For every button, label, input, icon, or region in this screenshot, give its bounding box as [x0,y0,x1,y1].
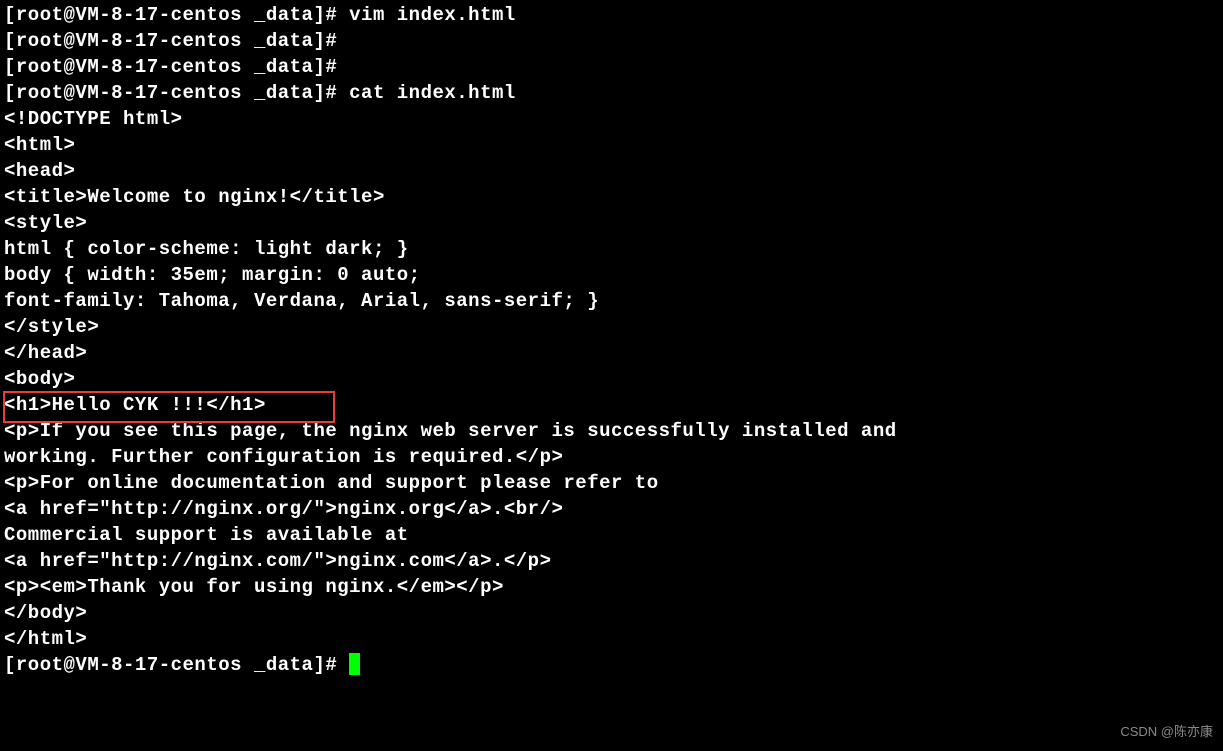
command-text: vim index.html [349,4,516,26]
file-line: body { width: 35em; margin: 0 auto; [4,262,1219,288]
file-line: </body> [4,600,1219,626]
file-line: working. Further configuration is requir… [4,444,1219,470]
shell-prompt: [root@VM-8-17-centos _data]# [4,56,349,78]
prompt-line: [root@VM-8-17-centos _data]# [4,28,1219,54]
terminal-output[interactable]: [root@VM-8-17-centos _data]# vim index.h… [4,2,1219,678]
file-line: <p>For online documentation and support … [4,470,1219,496]
prompt-line: [root@VM-8-17-centos _data]# cat index.h… [4,80,1219,106]
file-line: <html> [4,132,1219,158]
file-line: <a href="http://nginx.com/">nginx.com</a… [4,548,1219,574]
shell-prompt: [root@VM-8-17-centos _data]# [4,4,349,26]
file-line: font-family: Tahoma, Verdana, Arial, san… [4,288,1219,314]
file-line: <p>If you see this page, the nginx web s… [4,418,1219,444]
file-line: <h1>Hello CYK !!!</h1> [4,392,1219,418]
prompt-line: [root@VM-8-17-centos _data]# vim index.h… [4,2,1219,28]
file-line: <body> [4,366,1219,392]
file-line: </html> [4,626,1219,652]
file-line: <title>Welcome to nginx!</title> [4,184,1219,210]
file-line: html { color-scheme: light dark; } [4,236,1219,262]
file-line: <p><em>Thank you for using nginx.</em></… [4,574,1219,600]
prompt-line: [root@VM-8-17-centos _data]# [4,54,1219,80]
file-line: <style> [4,210,1219,236]
file-line: </head> [4,340,1219,366]
shell-prompt: [root@VM-8-17-centos _data]# [4,82,349,104]
file-line: <a href="http://nginx.org/">nginx.org</a… [4,496,1219,522]
cursor-icon[interactable] [349,653,360,675]
shell-prompt: [root@VM-8-17-centos _data]# [4,30,349,52]
shell-prompt: [root@VM-8-17-centos _data]# [4,654,349,676]
file-line: <head> [4,158,1219,184]
file-line: Commercial support is available at [4,522,1219,548]
file-line: <!DOCTYPE html> [4,106,1219,132]
command-text: cat index.html [349,82,516,104]
prompt-line-active: [root@VM-8-17-centos _data]# [4,652,1219,678]
file-line: </style> [4,314,1219,340]
watermark-text: CSDN @陈亦康 [1120,719,1213,745]
